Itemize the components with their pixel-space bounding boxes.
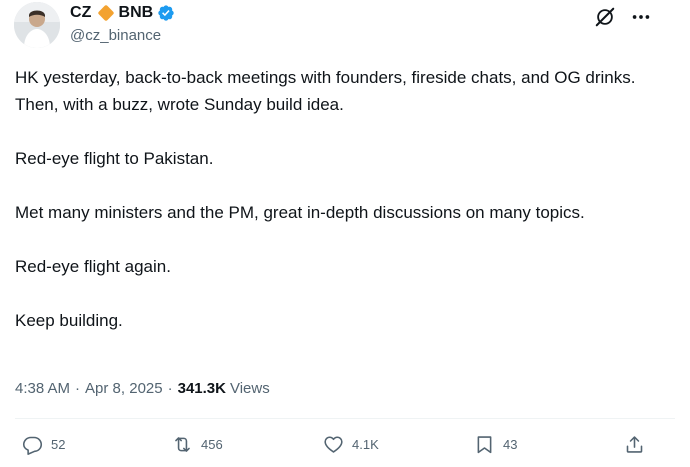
grok-icon[interactable] — [594, 6, 616, 28]
views-label[interactable]: Views — [230, 380, 270, 397]
tweet-text: HK yesterday, back-to-back meetings with… — [15, 64, 655, 334]
tweet-paragraph: Red-eye flight to Pakistan. — [15, 149, 214, 168]
meta-separator: · — [75, 380, 81, 397]
share-icon — [626, 436, 643, 453]
bookmark-button[interactable]: 43 — [474, 434, 517, 455]
tweet-time[interactable]: 4:38 AM — [15, 380, 70, 397]
heart-icon — [324, 436, 343, 453]
author-display-name[interactable]: CZ — [70, 4, 92, 22]
repost-button[interactable]: 456 — [172, 434, 223, 455]
reply-button[interactable]: 52 — [22, 434, 65, 455]
tweet-card: CZ BNB @cz_binance HK yesterday, back-to… — [0, 0, 690, 467]
repost-icon — [175, 437, 190, 452]
like-button[interactable]: 4.1K — [323, 434, 379, 455]
author-name-row[interactable]: CZ BNB — [70, 3, 175, 23]
repost-count: 456 — [201, 437, 223, 452]
author-name-suffix[interactable]: BNB — [119, 4, 154, 22]
avatar-image — [14, 2, 60, 48]
like-count: 4.1K — [352, 437, 379, 452]
tweet-paragraph: HK yesterday, back-to-back meetings with… — [15, 68, 636, 114]
tweet-date[interactable]: Apr 8, 2025 — [85, 380, 163, 397]
tweet-paragraph: Red-eye flight again. — [15, 257, 171, 276]
verified-badge-icon — [158, 5, 174, 21]
reply-count: 52 — [51, 437, 66, 452]
tweet-meta: 4:38 AM · Apr 8, 2025 · 341.3K Views — [15, 380, 270, 397]
reply-icon — [22, 436, 43, 455]
bookmark-count: 43 — [503, 437, 518, 452]
tweet-paragraph: Met many ministers and the PM, great in-… — [15, 203, 585, 222]
views-count[interactable]: 341.3K — [178, 380, 226, 397]
avatar[interactable] — [14, 2, 60, 48]
more-options-icon[interactable] — [630, 6, 652, 28]
author-handle[interactable]: @cz_binance — [70, 27, 161, 44]
bookmark-icon — [477, 436, 492, 454]
bnb-diamond-icon — [97, 4, 115, 22]
divider — [15, 418, 675, 419]
meta-separator: · — [167, 380, 173, 397]
share-button[interactable] — [624, 434, 653, 455]
tweet-paragraph: Keep building. — [15, 311, 123, 330]
